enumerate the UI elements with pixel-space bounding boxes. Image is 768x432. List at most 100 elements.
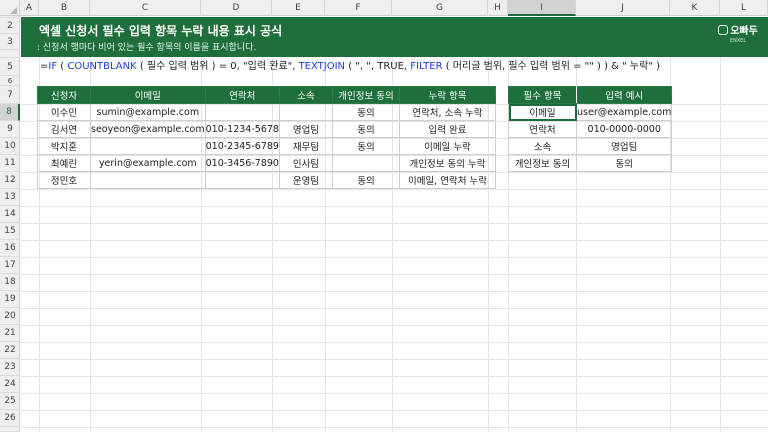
- row-header-11[interactable]: 11: [0, 155, 20, 172]
- cell-applicant[interactable]: 이수민: [37, 103, 91, 121]
- cell-applicant[interactable]: 박지훈: [37, 137, 91, 155]
- cell-email[interactable]: [90, 137, 206, 155]
- cell-missing[interactable]: 연락처, 소속 누락: [398, 103, 496, 121]
- cell-missing[interactable]: 개인정보 동의 누락: [398, 154, 496, 172]
- column-header-b[interactable]: B: [39, 0, 90, 16]
- table-row: 개인정보 동의 동의: [508, 154, 673, 172]
- header-applicant[interactable]: 신청자: [37, 86, 91, 104]
- column-header-j[interactable]: J: [576, 0, 670, 16]
- cell-required-field-active[interactable]: 이메일: [508, 103, 577, 121]
- row-header-17[interactable]: 17: [0, 257, 20, 274]
- column-header-c[interactable]: C: [90, 0, 201, 16]
- row-header-25[interactable]: 25: [0, 393, 20, 410]
- formula-part: (: [57, 61, 68, 72]
- cell-consent[interactable]: 동의: [331, 103, 400, 121]
- cell-consent[interactable]: 동의: [331, 171, 400, 189]
- table-row: 소속 영업팀: [508, 137, 673, 155]
- cell-required-field[interactable]: 소속: [508, 137, 577, 155]
- row-header-4[interactable]: [0, 50, 20, 58]
- cell-missing[interactable]: 이메일 누락: [398, 137, 496, 155]
- header-missing[interactable]: 누락 항목: [398, 86, 496, 104]
- row-header-6[interactable]: 6: [0, 76, 20, 86]
- row-header-14[interactable]: 14: [0, 206, 20, 223]
- cell-consent[interactable]: 동의: [331, 120, 400, 138]
- row-header-13[interactable]: 13: [0, 189, 20, 206]
- cell-missing[interactable]: 이메일, 연락처 누락: [398, 171, 496, 189]
- row-header-24[interactable]: 24: [0, 376, 20, 393]
- row-header-bar: 2 3 5 6 7 8 9 10 11 12 13 14 15 16 17 18…: [0, 16, 20, 432]
- cell-phone[interactable]: 010-1234-5678: [204, 120, 280, 138]
- row-header-10[interactable]: 10: [0, 138, 20, 155]
- row-header-22[interactable]: 22: [0, 342, 20, 359]
- cell-grid[interactable]: [21, 17, 768, 432]
- cell-applicant[interactable]: 김서연: [37, 120, 91, 138]
- row-header-12[interactable]: 12: [0, 172, 20, 189]
- row-header-23[interactable]: 23: [0, 359, 20, 376]
- column-header-a[interactable]: A: [20, 0, 39, 16]
- cell-required-field[interactable]: 연락처: [508, 120, 577, 138]
- select-all-triangle-icon: [10, 7, 17, 14]
- column-header-k[interactable]: K: [670, 0, 720, 16]
- title-banner: 엑셀 신청서 필수 입력 항목 누락 내용 표시 공식 : 신청서 행마다 비어…: [21, 17, 768, 57]
- formula-function: COUNTBLANK: [67, 61, 137, 72]
- cell-phone[interactable]: [204, 103, 280, 121]
- row-header-8[interactable]: 8: [0, 104, 20, 121]
- header-department[interactable]: 소속: [278, 86, 333, 104]
- cell-required-field[interactable]: 개인정보 동의: [508, 154, 577, 172]
- header-consent[interactable]: 개인정보 동의: [331, 86, 400, 104]
- row-header-5[interactable]: 5: [0, 58, 20, 76]
- brand-logo: 오빠두 ENXEL: [718, 22, 758, 52]
- cell-applicant[interactable]: 정민호: [37, 171, 91, 189]
- cell-phone[interactable]: [204, 171, 280, 189]
- cell-missing[interactable]: 입력 완료: [398, 120, 496, 138]
- formula-part: ( ", ", TRUE,: [345, 61, 411, 72]
- cell-applicant[interactable]: 최예린: [37, 154, 91, 172]
- select-all-button[interactable]: [0, 0, 20, 16]
- cell-input-example[interactable]: 동의: [575, 154, 673, 172]
- cell-input-example[interactable]: user@example.com: [575, 103, 673, 121]
- cell-department[interactable]: 영업팀: [278, 120, 333, 138]
- row-header-9[interactable]: 9: [0, 121, 20, 138]
- row-header-27[interactable]: [0, 427, 20, 432]
- column-header-l[interactable]: L: [720, 0, 768, 16]
- cell-consent[interactable]: 동의: [331, 137, 400, 155]
- row-header-2[interactable]: 2: [0, 18, 20, 34]
- column-header-f[interactable]: F: [325, 0, 392, 16]
- row-header-3[interactable]: 3: [0, 34, 20, 50]
- application-table: 신청자 이메일 연락처 소속 개인정보 동의 누락 항목 이수민 sumin@e…: [37, 86, 496, 189]
- row-header-20[interactable]: 20: [0, 308, 20, 325]
- header-required-field[interactable]: 필수 항목: [508, 86, 577, 104]
- cell-input-example[interactable]: 010-0000-0000: [575, 120, 673, 138]
- formula-part: ( 머리글 범위, 필수 입력 범위 = "" ) ) & " 누락" ): [442, 61, 661, 72]
- header-phone[interactable]: 연락처: [204, 86, 280, 104]
- cell-phone[interactable]: 010-2345-6789: [204, 137, 280, 155]
- column-header-bar: A B C D E F G H I J K L: [0, 0, 768, 16]
- column-header-d[interactable]: D: [201, 0, 272, 16]
- row-header-19[interactable]: 19: [0, 291, 20, 308]
- cell-department[interactable]: 재무팀: [278, 137, 333, 155]
- cell-department[interactable]: [278, 103, 333, 121]
- cell-email[interactable]: [90, 171, 206, 189]
- cell-department[interactable]: 운영팀: [278, 171, 333, 189]
- cell-phone[interactable]: 010-3456-7890: [204, 154, 280, 172]
- row-header-7[interactable]: 7: [0, 86, 20, 104]
- column-header-h[interactable]: H: [488, 0, 508, 16]
- cell-email[interactable]: seoyeon@example.com: [90, 120, 206, 138]
- table-header-row: 신청자 이메일 연락처 소속 개인정보 동의 누락 항목: [37, 86, 496, 104]
- row-header-15[interactable]: 15: [0, 223, 20, 240]
- header-input-example[interactable]: 입력 예시: [575, 86, 673, 104]
- cell-input-example[interactable]: 영업팀: [575, 137, 673, 155]
- header-email[interactable]: 이메일: [90, 86, 206, 104]
- column-header-e[interactable]: E: [272, 0, 325, 16]
- cell-consent[interactable]: [331, 154, 400, 172]
- cell-email[interactable]: sumin@example.com: [90, 103, 206, 121]
- formula-function: FILTER: [410, 61, 443, 72]
- row-header-16[interactable]: 16: [0, 240, 20, 257]
- row-header-21[interactable]: 21: [0, 325, 20, 342]
- column-header-g[interactable]: G: [392, 0, 488, 16]
- row-header-26[interactable]: 26: [0, 410, 20, 427]
- cell-department[interactable]: 인사팀: [278, 154, 333, 172]
- column-header-i[interactable]: I: [508, 0, 576, 16]
- cell-email[interactable]: yerin@example.com: [90, 154, 206, 172]
- row-header-18[interactable]: 18: [0, 274, 20, 291]
